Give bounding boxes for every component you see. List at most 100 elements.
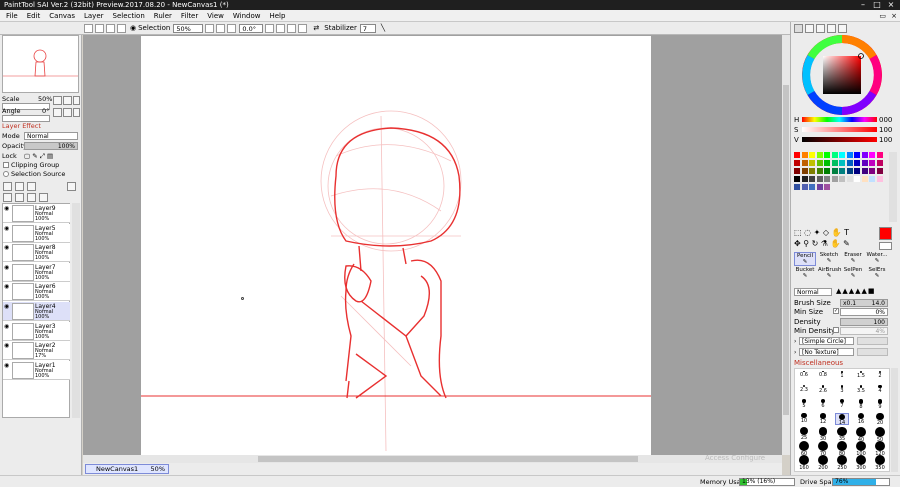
palette-swatch[interactable] — [831, 168, 838, 174]
canvas-tab[interactable]: NewCanvas1 50% — [85, 464, 169, 474]
palette-swatch[interactable] — [816, 152, 823, 158]
palette-swatch[interactable] — [809, 176, 815, 182]
palette-swatch[interactable] — [816, 184, 823, 190]
drawing-canvas[interactable] — [141, 36, 651, 455]
palette-swatch[interactable] — [861, 176, 868, 182]
layer-row[interactable]: ◉ Layer5 Normal 100% — [3, 223, 70, 243]
brush-size-preset[interactable]: 250 — [835, 455, 849, 471]
menu-filter[interactable]: Filter — [181, 10, 198, 22]
swatches-tab[interactable] — [827, 24, 836, 33]
palette-swatch[interactable] — [861, 160, 868, 166]
palette-swatch[interactable] — [846, 160, 853, 166]
palette-swatch[interactable] — [876, 160, 883, 166]
palette-swatch[interactable] — [869, 176, 875, 182]
vertical-scrollbar[interactable] — [782, 35, 790, 455]
palette-swatch[interactable] — [801, 184, 808, 190]
menu-canvas[interactable]: Canvas — [49, 10, 75, 22]
undo-button[interactable] — [84, 23, 93, 33]
stabilizer-select[interactable]: 7 — [359, 23, 376, 33]
palette-swatch[interactable] — [809, 160, 815, 166]
brush-size-preset[interactable]: 12 — [816, 413, 830, 425]
palette-swatch[interactable] — [809, 152, 815, 158]
brush-size-preset[interactable]: 2.3 — [797, 385, 811, 397]
menu-view[interactable]: View — [207, 10, 224, 22]
background-color[interactable] — [879, 242, 892, 250]
palette-swatch[interactable] — [831, 152, 838, 158]
new-layer-button[interactable] — [3, 182, 12, 191]
rotate-reset-button[interactable] — [287, 23, 297, 33]
invert-selection-button[interactable] — [117, 23, 126, 33]
brush-size-preset[interactable]: 3.5 — [854, 385, 868, 397]
clipping-group-checkbox[interactable] — [3, 162, 9, 168]
brush-size-preset[interactable]: 7 — [835, 399, 849, 411]
palette-swatch[interactable] — [824, 160, 830, 166]
brush-texture-select[interactable]: [No Texture] — [799, 348, 854, 356]
palette-scrollbar[interactable] — [889, 152, 897, 222]
layer-row[interactable]: ◉ Layer2 Normal 17% — [3, 341, 70, 361]
visibility-eye-icon[interactable]: ◉ — [4, 323, 10, 330]
brush-size-preset[interactable]: 80 — [835, 441, 849, 457]
brush-shape-strength[interactable] — [857, 337, 888, 345]
palette-swatch[interactable] — [876, 176, 883, 182]
palette-swatch[interactable] — [809, 184, 815, 190]
brush-size-preset[interactable]: 2 — [873, 371, 887, 383]
flip-button[interactable] — [298, 23, 308, 33]
zoom-out-button[interactable] — [205, 23, 215, 33]
scale-reset-button[interactable] — [73, 96, 80, 105]
brush-shape-select[interactable]: [Simple Circle] — [799, 337, 854, 345]
brush-size-preset[interactable]: 200 — [816, 455, 830, 471]
layer-row[interactable]: ◉ Layer8 Normal 100% — [3, 243, 70, 263]
palette-swatch[interactable] — [869, 152, 875, 158]
palette-swatch[interactable] — [831, 160, 838, 166]
palette-swatch[interactable] — [839, 160, 845, 166]
tool-pencil[interactable]: Pencil ✎ — [794, 252, 816, 266]
saturation-slider[interactable] — [802, 127, 877, 132]
brush-size-preset[interactable]: 0.6 — [797, 371, 811, 383]
rgb-slider-tab[interactable] — [805, 24, 814, 33]
brush-size-preset[interactable]: 20 — [873, 413, 887, 426]
rotate-left-button[interactable] — [265, 23, 275, 33]
layer-row[interactable]: ◉ Layer1 Normal 100% — [3, 360, 70, 380]
brush-size-preset[interactable]: 70 — [816, 441, 830, 457]
palette-swatch[interactable] — [794, 184, 800, 190]
layer-effect-toggle[interactable]: Layer Effect — [2, 122, 41, 130]
palette-swatch[interactable] — [854, 176, 860, 182]
layer-row[interactable]: ◉ Layer3 Normal 100% — [3, 321, 70, 341]
palette-swatch[interactable] — [839, 152, 845, 158]
brush-size-preset[interactable]: 1.5 — [854, 371, 868, 383]
min-density-checkbox[interactable] — [833, 327, 839, 333]
palette-swatch[interactable] — [854, 160, 860, 166]
color-palette[interactable] — [794, 152, 886, 222]
palette-swatch[interactable] — [839, 168, 845, 174]
brush-size-preset[interactable]: 350 — [873, 455, 887, 471]
brush-size-preset[interactable]: 3 — [835, 385, 849, 397]
hue-slider[interactable] — [802, 117, 877, 122]
layer-row[interactable]: ◉ Layer6 Normal 100% — [3, 282, 70, 302]
angle-reset-button[interactable] — [73, 108, 80, 117]
rotation-field[interactable]: 0.0° — [239, 23, 264, 33]
visibility-eye-icon[interactable]: ◉ — [4, 245, 10, 251]
menu-file[interactable]: File — [6, 10, 18, 22]
menu-layer[interactable]: Layer — [84, 10, 104, 22]
menu-ruler[interactable]: Ruler — [154, 10, 172, 22]
tool-airbrush[interactable]: AirBrush ✎ — [818, 267, 841, 281]
visibility-eye-icon[interactable]: ◉ — [4, 264, 10, 271]
deselect-button[interactable] — [106, 23, 115, 33]
brush-size-preset[interactable]: 4 — [873, 385, 887, 397]
palette-swatch[interactable] — [801, 160, 808, 166]
palette-swatch[interactable] — [831, 176, 838, 182]
palette-swatch[interactable] — [824, 176, 830, 182]
min-size-slider[interactable]: 0% — [840, 308, 888, 316]
maximize-icon[interactable]: □ — [870, 0, 884, 10]
brush-shape-expand-icon[interactable]: › — [794, 338, 796, 345]
density-slider[interactable]: 100 — [840, 318, 888, 326]
brush-size-scrollbar[interactable] — [891, 368, 898, 472]
visibility-eye-icon[interactable]: ◉ — [4, 225, 10, 232]
flip-horizontal-icon[interactable]: ⇄ — [313, 24, 319, 32]
palette-swatch[interactable] — [824, 184, 830, 190]
lock-icons[interactable]: ▢ ✎ ⤢ ▤ — [24, 152, 53, 160]
brush-size-preset[interactable]: 16 — [854, 413, 868, 425]
restore-icon[interactable]: ▭ — [879, 10, 886, 22]
selection-source-checkbox[interactable] — [3, 171, 9, 177]
zoom-reset-button[interactable] — [227, 23, 237, 33]
